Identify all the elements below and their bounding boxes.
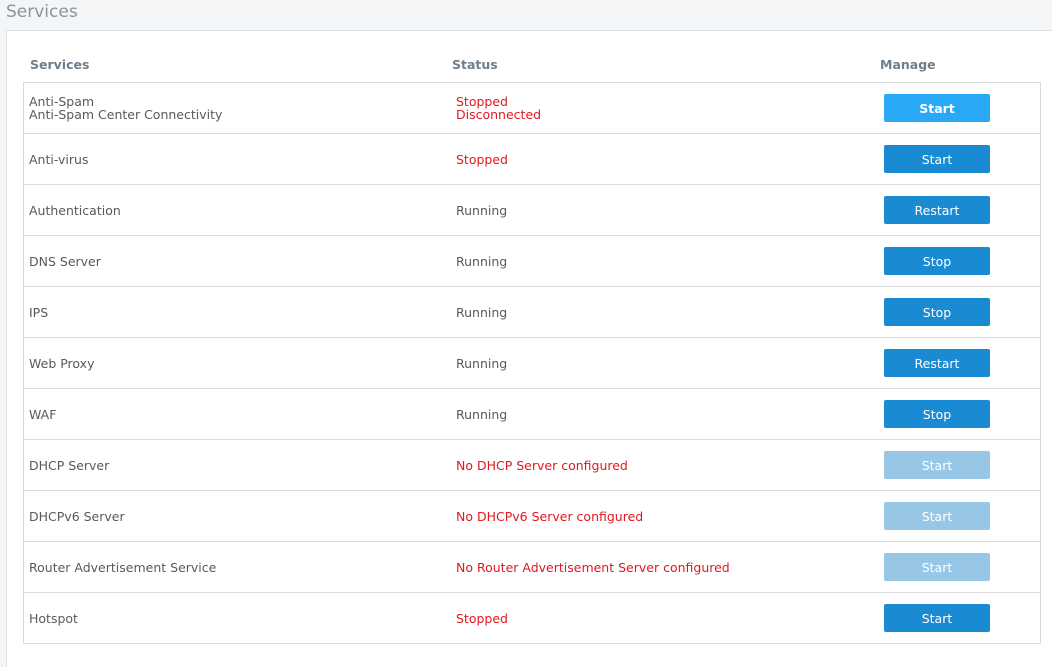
service-name: DHCP Server: [29, 457, 110, 473]
service-status: No DHCP Server configured: [456, 457, 628, 473]
service-status: Stopped: [456, 151, 508, 167]
table-body: Anti-Spam Anti-Spam Center Connectivity St…: [23, 82, 1041, 644]
start-button: Start: [884, 502, 990, 530]
table-row: DNS Server Running Stop: [24, 236, 1040, 287]
service-status-cell: Running: [456, 389, 507, 439]
table-row: IPS Running Stop: [24, 287, 1040, 338]
table-row: DHCP Server No DHCP Server configured Star…: [24, 440, 1040, 491]
service-name: IPS: [29, 304, 49, 320]
service-status: No Router Advertisement Server configure…: [456, 559, 730, 575]
service-name: DHCPv6 Server: [29, 508, 125, 524]
start-button: Start: [884, 553, 990, 581]
services-panel: Services Status Manage Anti-Spam Anti-Spa…: [6, 30, 1052, 667]
service-name-cell: DHCP Server: [29, 440, 109, 490]
service-name: Anti-virus: [29, 151, 89, 167]
service-name-cell: Web Proxy: [29, 338, 94, 388]
service-name: Web Proxy: [29, 355, 95, 371]
table-row: Authentication Running Restart: [24, 185, 1040, 236]
service-status-cell: Stopped Disconnected: [456, 83, 541, 133]
stop-button[interactable]: Stop: [884, 400, 990, 428]
service-status-cell: Running: [456, 236, 507, 286]
service-name-cell: IPS: [29, 287, 48, 337]
service-status-cell: Stopped: [456, 593, 508, 643]
service-status: Disconnected: [456, 107, 542, 122]
service-name: Router Advertisement Service: [29, 559, 217, 575]
services-table: Services Status Manage Anti-Spam Anti-Spa…: [23, 51, 1041, 644]
table-row: Anti-Spam Anti-Spam Center Connectivity St…: [24, 83, 1040, 134]
column-header-manage: Manage: [880, 57, 936, 72]
service-name-cell: Anti-Spam Anti-Spam Center Connectivity: [29, 83, 222, 133]
service-name: WAF: [29, 406, 57, 422]
table-row: WAF Running Stop: [24, 389, 1040, 440]
service-name-cell: Authentication: [29, 185, 121, 235]
table-row: Hotspot Stopped Start: [24, 593, 1040, 644]
table-header: Services Status Manage: [23, 51, 1041, 82]
table-row: Anti-virus Stopped Start: [24, 134, 1040, 185]
service-status: Running: [456, 406, 508, 422]
service-status-cell: No DHCPv6 Server configured: [456, 491, 643, 541]
service-name-cell: WAF: [29, 389, 56, 439]
service-status-cell: No DHCP Server configured: [456, 440, 628, 490]
service-status: Stopped: [456, 610, 508, 626]
service-name: Hotspot: [29, 610, 78, 626]
service-status-cell: Stopped: [456, 134, 508, 184]
start-button[interactable]: Start: [884, 145, 990, 173]
column-header-status: Status: [452, 57, 498, 72]
service-status: No DHCPv6 Server configured: [456, 508, 644, 524]
service-name-cell: Router Advertisement Service: [29, 542, 216, 592]
service-name-cell: DHCPv6 Server: [29, 491, 125, 541]
stop-button[interactable]: Stop: [884, 298, 990, 326]
service-status: Running: [456, 202, 508, 218]
service-status: Running: [456, 355, 508, 371]
service-status: Running: [456, 304, 508, 320]
service-name: Anti-Spam Center Connectivity: [29, 107, 223, 122]
restart-button[interactable]: Restart: [884, 196, 990, 224]
table-row: Router Advertisement Service No Router Ad…: [24, 542, 1040, 593]
service-name-cell: Anti-virus: [29, 134, 88, 184]
service-name-cell: DNS Server: [29, 236, 101, 286]
column-header-services: Services: [30, 57, 90, 72]
page-title: Services: [6, 2, 78, 22]
service-status: Running: [456, 253, 508, 269]
service-status-cell: No Router Advertisement Server configure…: [456, 542, 730, 592]
table-row: Web Proxy Running Restart: [24, 338, 1040, 389]
table-row: DHCPv6 Server No DHCPv6 Server configured…: [24, 491, 1040, 542]
stop-button[interactable]: Stop: [884, 247, 990, 275]
service-name: Authentication: [29, 202, 121, 218]
restart-button[interactable]: Restart: [884, 349, 990, 377]
service-name-cell: Hotspot: [29, 593, 78, 643]
service-status-cell: Running: [456, 338, 507, 388]
start-button[interactable]: Start: [884, 604, 990, 632]
start-button: Start: [884, 451, 990, 479]
service-status-cell: Running: [456, 185, 507, 235]
start-button[interactable]: Start: [884, 94, 990, 122]
service-status-cell: Running: [456, 287, 507, 337]
service-name: DNS Server: [29, 253, 101, 269]
